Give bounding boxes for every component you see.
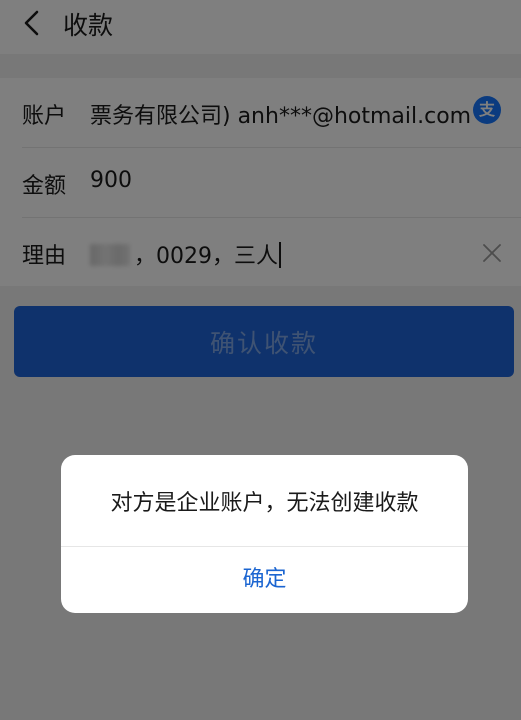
dialog-ok-button[interactable]: 确定	[61, 547, 468, 613]
dialog-message: 对方是企业账户，无法创建收款	[110, 491, 419, 516]
alert-dialog: 对方是企业账户，无法创建收款 确定	[61, 455, 468, 613]
